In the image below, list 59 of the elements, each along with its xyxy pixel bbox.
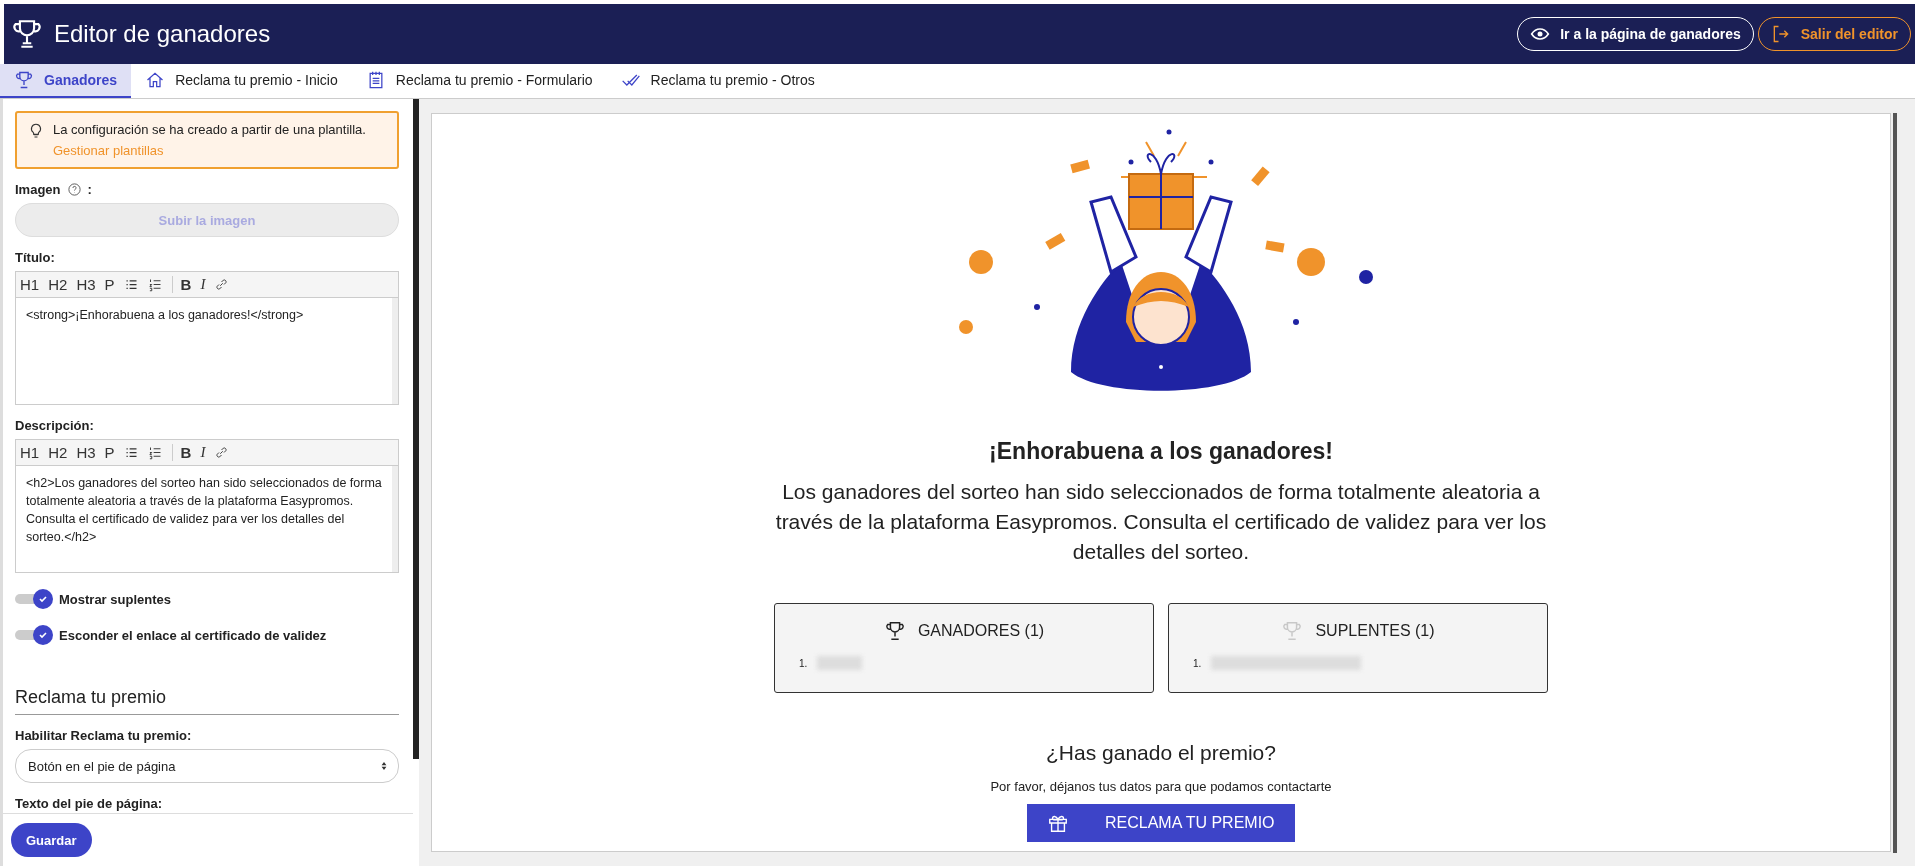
list-title: SUPLENTES (1) — [1315, 622, 1435, 640]
field-label: Título: — [15, 250, 56, 265]
numbered-list-icon[interactable] — [147, 277, 163, 292]
link-icon[interactable] — [214, 445, 230, 460]
toggle-label: Esconder el enlace al certificado de validez — [59, 627, 327, 643]
colon-text: : — [87, 182, 92, 197]
list-number: 1. — [1193, 657, 1202, 669]
toolbar-button[interactable]: P — [104, 444, 115, 461]
toolbar-button[interactable]: H2 — [48, 276, 68, 293]
sort-arrows-icon — [380, 760, 388, 772]
claim-prize-button[interactable]: RECLAMA TU PREMIO — [1027, 804, 1295, 842]
select-field[interactable]: Botón en el pie de página — [15, 749, 399, 783]
trophy-icon — [1281, 620, 1304, 642]
help-icon[interactable] — [66, 182, 82, 197]
toolbar-button[interactable]: H2 — [48, 444, 68, 461]
trophy-icon — [14, 70, 34, 90]
scrollbar[interactable] — [1893, 113, 1897, 853]
scrollbar[interactable] — [413, 99, 419, 759]
notice-text: La configuración se ha creado a partir de una plantilla. — [53, 122, 366, 137]
tab[interactable]: Ganadores — [0, 64, 132, 98]
trophy-icon — [883, 620, 906, 642]
toolbar-button[interactable]: P — [104, 276, 115, 293]
field-label: Habilitar Reclama tu premio: — [15, 728, 193, 743]
list-number: 1. — [799, 657, 808, 669]
field-label: Descripción: — [15, 418, 95, 433]
window-title: Editor de ganadores — [54, 20, 271, 48]
checkmark-icon — [37, 593, 49, 605]
save-button[interactable]: Guardar — [11, 823, 92, 857]
toggle-switch[interactable] — [15, 625, 53, 645]
toolbar-button[interactable]: H1 — [20, 444, 40, 461]
checkmark-icon — [37, 629, 49, 641]
list-title: GANADORES (1) — [917, 622, 1045, 640]
link-icon[interactable] — [214, 277, 230, 292]
toggle-label: Mostrar suplentes — [59, 591, 171, 607]
italic-button[interactable]: I — [200, 444, 206, 461]
numbered-list-icon[interactable] — [147, 445, 163, 460]
claim-text: Por favor, déjanos tus datos para que podamos contactarte — [990, 779, 1332, 794]
section-title: Reclama tu premio — [15, 687, 399, 715]
toolbar-button[interactable]: H1 — [20, 276, 40, 293]
claim-title: ¿Has ganado el premio? — [1046, 741, 1276, 765]
tab[interactable]: Reclama tu premio - Inicio — [131, 64, 352, 98]
bold-button[interactable]: B — [171, 276, 192, 293]
trophy-icon — [10, 17, 44, 51]
toggle-switch[interactable] — [15, 589, 53, 609]
tab[interactable]: Reclama tu premio - Formulario — [351, 64, 607, 98]
toolbar-button[interactable]: H3 — [76, 444, 96, 461]
field-label: Imagen — [15, 182, 61, 197]
editor-text: <h2>Los ganadores del sorteo han sido seleccionados de forma totalmente aleatoria a través de la plataforma Easypromos. Consulta el certificado de validez para ver los detalles del sorteo.</h2> — [16, 466, 398, 572]
house-icon — [145, 70, 166, 90]
field-label: Texto del pie de página: — [15, 796, 164, 811]
preview-title: ¡Enhorabuena a los ganadores! — [989, 438, 1333, 465]
editor-text: <strong>¡Enhorabuena a los ganadores!</strong> — [16, 298, 398, 404]
preview-description: Los ganadores del sorteo han sido seleccionados de forma totalmente aleatoria a través de la plataforma Easypromos. Consulta el certificado de validez para ver los detalles del sorteo. — [774, 479, 1548, 565]
bold-button[interactable]: B — [171, 444, 192, 461]
tab[interactable]: Reclama tu premio - Otros — [606, 64, 829, 98]
toolbar-button[interactable]: H3 — [76, 276, 96, 293]
rich-text-editor[interactable]: H1 H2 H3 P B I <strong>¡Enhorabuena a los ganadores!</strong> — [15, 271, 399, 405]
italic-button[interactable]: I — [200, 276, 206, 293]
rich-text-editor[interactable] — [15, 439, 399, 573]
